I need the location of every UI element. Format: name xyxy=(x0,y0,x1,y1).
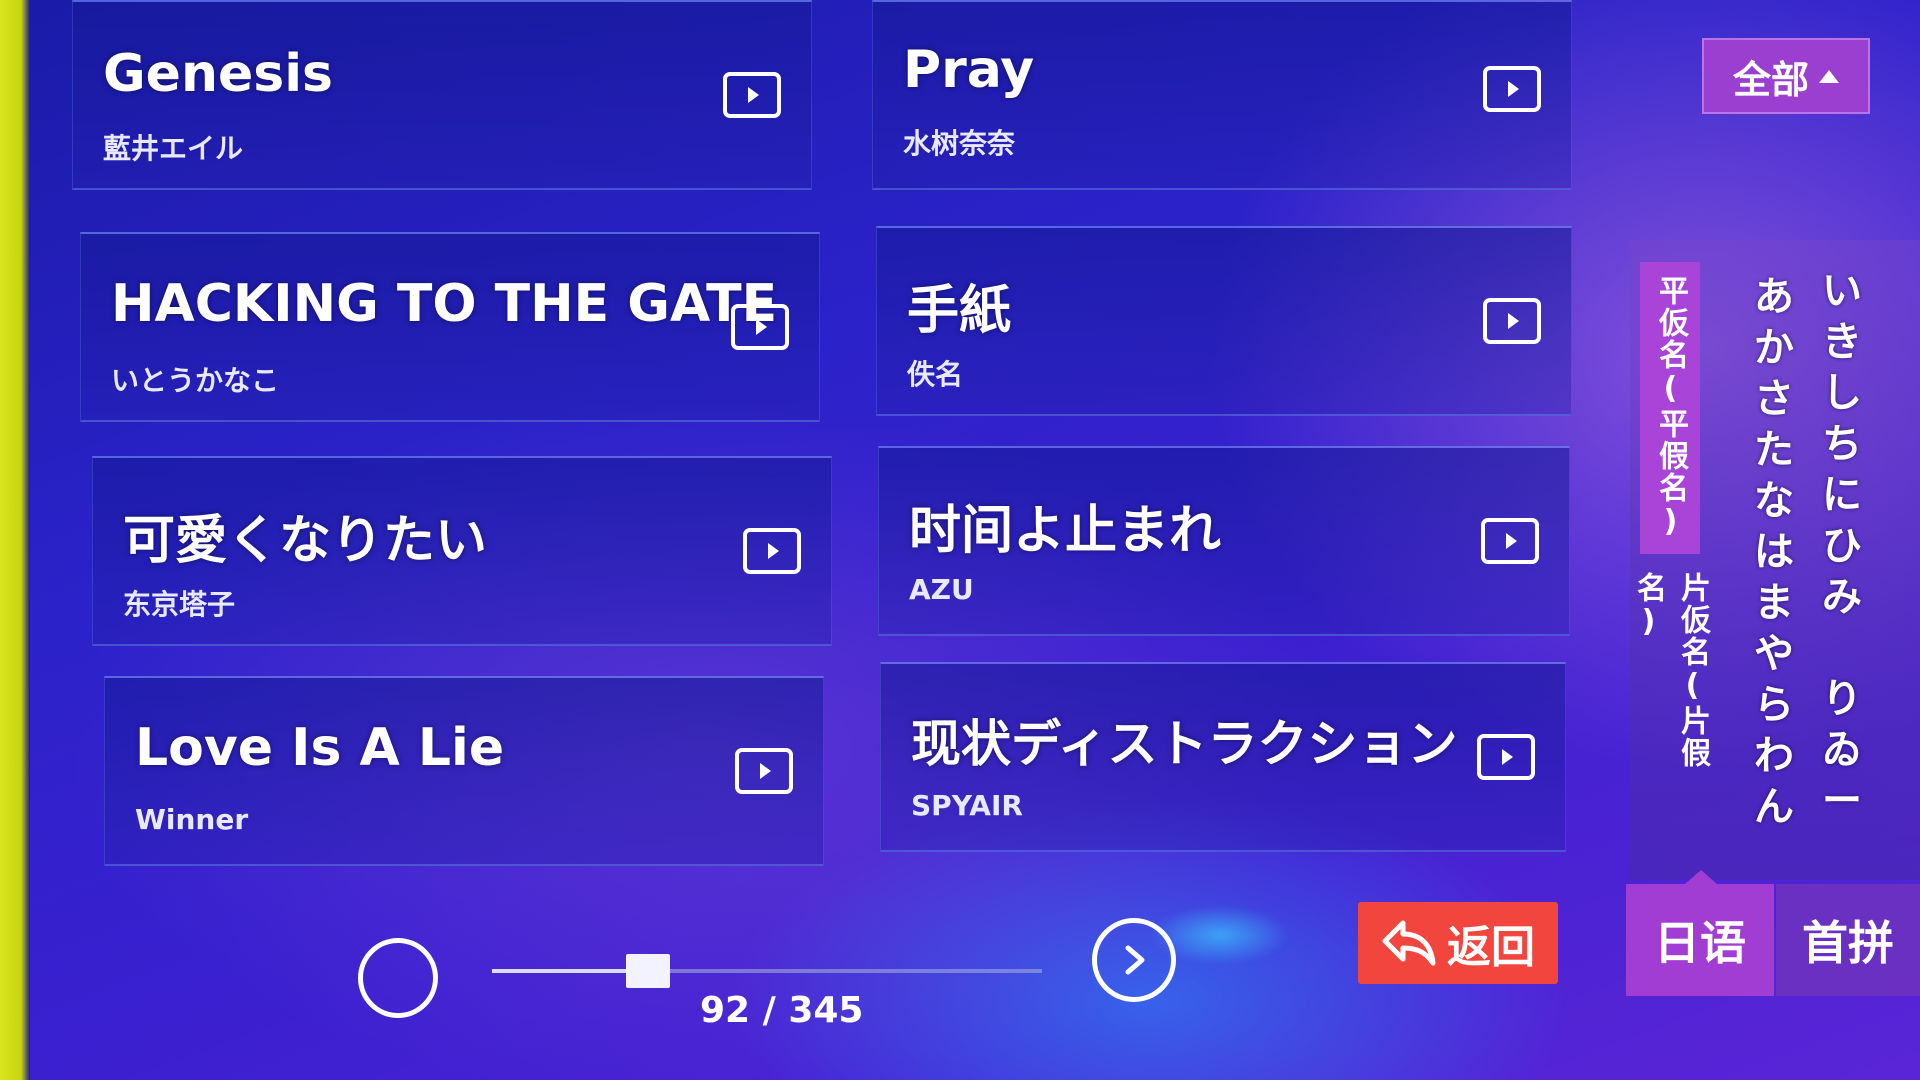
page-slider-thumb[interactable] xyxy=(625,954,670,988)
kana-key[interactable]: ま xyxy=(1754,578,1794,629)
play-icon[interactable] xyxy=(1483,298,1541,344)
kana-key[interactable]: り xyxy=(1822,674,1862,725)
kana-key[interactable]: い xyxy=(1822,266,1862,317)
kana-key[interactable]: あ xyxy=(1754,272,1794,323)
kana-key[interactable]: ひ xyxy=(1822,521,1862,572)
song-artist: 水树奈奈 xyxy=(903,127,1016,160)
play-icon[interactable] xyxy=(731,304,789,350)
song-card-genesis[interactable]: Genesis 藍井エイル xyxy=(72,0,812,190)
song-artist: Winner xyxy=(135,803,249,836)
previous-page-button[interactable] xyxy=(358,938,438,1018)
play-icon[interactable] xyxy=(1481,518,1539,564)
song-card-love-is-a-lie[interactable]: Love Is A Lie Winner xyxy=(104,676,824,866)
kana-key[interactable]: ん xyxy=(1754,782,1794,833)
song-title: 可愛くなりたい xyxy=(123,511,488,571)
next-page-button[interactable] xyxy=(1092,918,1176,1002)
kana-column-i: い き し ち に ひ み り ゐ ー xyxy=(1816,266,1868,827)
song-card-hacking-to-the-gate[interactable]: HACKING TO THE GATE いとうかなこ xyxy=(80,232,820,422)
kana-column-a: あ か さ た な は ま や ら わ ん xyxy=(1748,272,1800,833)
song-artist: 东京塔子 xyxy=(123,588,236,621)
filter-label: 全部 xyxy=(1732,57,1809,102)
play-icon[interactable] xyxy=(1477,734,1535,780)
kana-key[interactable]: き xyxy=(1822,317,1862,368)
song-title: 现状ディストラクション xyxy=(911,715,1458,773)
tab-katakana[interactable]: 片仮名(片假名) xyxy=(1631,572,1710,828)
kana-key[interactable]: か xyxy=(1754,323,1794,374)
play-icon[interactable] xyxy=(1483,66,1541,112)
song-title: 时间よ止まれ xyxy=(909,501,1222,561)
song-card-pray[interactable]: Pray 水树奈奈 xyxy=(872,0,1572,190)
song-artist: AZU xyxy=(909,573,974,606)
song-artist: SPYAIR xyxy=(911,789,1023,822)
kana-key[interactable]: ー xyxy=(1822,776,1862,827)
kana-key[interactable]: は xyxy=(1754,527,1794,578)
kana-key[interactable]: み xyxy=(1822,572,1862,623)
kana-key[interactable]: な xyxy=(1754,476,1794,527)
play-icon[interactable] xyxy=(723,72,781,118)
screen-bezel xyxy=(0,0,30,1080)
song-card-tegami[interactable]: 手紙 佚名 xyxy=(876,226,1572,416)
kana-key[interactable]: ら xyxy=(1754,680,1794,731)
active-language-pointer xyxy=(1685,870,1717,884)
play-icon[interactable] xyxy=(743,528,801,574)
tab-hiragana[interactable]: 平仮名(平假名) xyxy=(1640,262,1700,554)
song-card-kawaiku-naritai[interactable]: 可愛くなりたい 东京塔子 xyxy=(92,456,832,646)
kana-key[interactable]: に xyxy=(1822,470,1862,521)
song-card-toki-yo-tomare[interactable]: 时间よ止まれ AZU xyxy=(878,446,1570,636)
page-counter: 92 / 345 xyxy=(700,990,864,1031)
back-button[interactable]: 返回 xyxy=(1358,902,1558,984)
song-title: Genesis xyxy=(103,44,333,104)
page-slider[interactable] xyxy=(492,954,1042,988)
song-artist: いとうかなこ xyxy=(111,364,280,397)
page-slider-fill xyxy=(492,969,626,973)
chevron-right-icon xyxy=(1125,945,1145,975)
kana-key[interactable]: し xyxy=(1822,368,1862,419)
return-arrow-icon xyxy=(1382,920,1436,966)
kana-key[interactable]: ち xyxy=(1822,419,1862,470)
song-artist: 藍井エイル xyxy=(103,132,244,165)
kana-key[interactable]: ゐ xyxy=(1822,725,1862,776)
kana-key[interactable]: た xyxy=(1754,425,1794,476)
play-icon[interactable] xyxy=(735,748,793,794)
song-title: Love Is A Lie xyxy=(135,718,505,778)
pinyin-index-button[interactable]: 首拼 xyxy=(1776,884,1920,996)
caret-up-icon xyxy=(1819,69,1839,83)
back-label: 返回 xyxy=(1447,922,1535,973)
japanese-index-button[interactable]: 日语 xyxy=(1626,884,1774,996)
song-card-genjou-destruction[interactable]: 现状ディストラクション SPYAIR xyxy=(880,662,1566,852)
song-artist: 佚名 xyxy=(907,358,964,391)
kana-key[interactable]: わ xyxy=(1754,731,1794,782)
song-title: Pray xyxy=(903,40,1035,100)
song-title: 手紙 xyxy=(907,281,1012,341)
filter-all-button[interactable]: 全部 xyxy=(1702,38,1870,114)
song-title: HACKING TO THE GATE xyxy=(111,274,778,334)
kana-key[interactable]: さ xyxy=(1754,374,1794,425)
kana-key[interactable]: や xyxy=(1754,629,1794,680)
